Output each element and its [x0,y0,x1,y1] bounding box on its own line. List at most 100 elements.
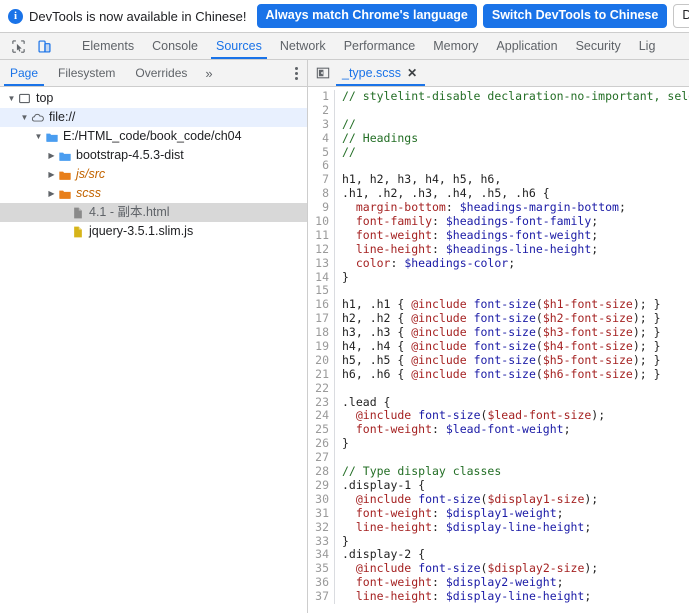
code-line[interactable]: @include font-size($display2-size); [342,561,689,576]
code-line[interactable]: line-height: $display-line-height; [342,589,689,604]
code-line[interactable]: h2, .h2 { @include font-size($h2-font-si… [342,311,689,326]
tab-security[interactable]: Security [567,33,630,59]
code-line[interactable]: font-weight: $display1-weight; [342,505,689,521]
code-token: ( [535,311,543,326]
code-line[interactable]: .h1, .h2, .h3, .h4, .h5, .h6 { [342,186,689,201]
show-navigator-icon[interactable] [308,60,336,86]
chevron-down-icon[interactable]: ▼ [33,131,44,142]
tab-overrides[interactable]: Overrides [125,60,197,86]
line-number: 4 [322,130,329,145]
code-line[interactable]: @include font-size($display1-size); [342,491,689,507]
code-line[interactable]: line-height: $headings-line-height; [342,242,689,257]
code-token: h6, .h6 { [342,366,412,381]
code-line[interactable]: // [342,145,689,160]
code-line[interactable]: // Type display classes [342,464,689,479]
code-token: ; [591,227,599,242]
code-line[interactable]: // stylelint-disable declaration-no-impo… [342,90,689,104]
tab-network[interactable]: Network [271,33,335,59]
code-line[interactable] [342,382,689,396]
code-line[interactable]: font-family: $headings-font-family; [342,214,689,229]
close-icon[interactable]: ✕ [407,67,417,79]
tree-row-scss[interactable]: ▶ scss [0,184,307,203]
code-token: color [342,255,391,270]
tree-row-bootstrap-dist[interactable]: ▶ bootstrap-4.5.3-dist [0,146,307,165]
code-token: line-height [342,519,433,534]
chevron-right-icon[interactable]: ▶ [46,188,57,199]
tree-row-js-src[interactable]: ▶ js/src [0,165,307,184]
code-token: : [445,200,460,215]
code-line[interactable]: line-height: $display-line-height; [342,519,689,535]
code-token: font-size [473,311,536,326]
code-token: ; [584,589,592,604]
navigator-tabbar-spacer [221,60,285,86]
more-tabs-icon[interactable]: » [197,60,220,86]
code-line[interactable]: } [342,270,689,285]
source-code-area[interactable]: // stylelint-disable declaration-no-impo… [335,90,689,604]
line-number: 5 [322,144,329,159]
tree-label: top [36,91,54,106]
code-line[interactable]: margin-bottom: $headings-margin-bottom; [342,200,689,215]
code-token: $h6-font-size [542,366,633,381]
code-line[interactable]: font-weight: $lead-font-weight; [342,422,689,437]
inspect-element-icon[interactable] [8,36,28,56]
file-js-icon [70,224,85,239]
tab-application[interactable]: Application [487,33,566,59]
tab-filesystem[interactable]: Filesystem [48,60,125,86]
chevron-down-icon[interactable]: ▼ [19,112,30,123]
code-line[interactable]: @include font-size($lead-font-size); [342,409,689,423]
code-line[interactable]: .display-1 { [342,478,689,493]
tab-elements[interactable]: Elements [73,33,143,59]
code-line[interactable]: .display-2 { [342,547,689,562]
code-line[interactable]: font-weight: $headings-font-weight; [342,227,689,243]
code-editor-content: 1 2 3 4 5 6 7 8 9 10 11 12 13 14 15 16 17 18 19 20 21 22 23 24 2… [308,87,689,604]
code-line[interactable]: // [342,117,689,132]
code-token: ); [584,491,599,506]
code-line[interactable]: h1, h2, h3, h4, h5, h6, [342,172,689,187]
code-token: : [432,505,446,520]
tree-row-ch04[interactable]: ▼ E:/HTML_code/book_code/ch04 [0,127,307,146]
more-options-icon[interactable] [285,60,307,86]
tab-page[interactable]: Page [0,60,48,86]
line-number: 29 [315,477,329,492]
code-editor[interactable]: 1 2 3 4 5 6 7 8 9 10 11 12 13 14 15 16 17 18 19 20 21 22 23 24 2… [308,87,689,613]
tree-row-4-1-html[interactable]: ▶ 4.1 - 副本.html [0,203,307,222]
code-token: $display-line-height [445,519,585,534]
code-line[interactable]: h1, .h1 { @include font-size($h1-font-si… [342,297,689,312]
always-match-chrome-language-button[interactable]: Always match Chrome's language [256,3,477,29]
code-line[interactable]: .lead { [342,395,689,410]
code-line[interactable]: h5, .h5 { @include font-size($h5-font-si… [342,353,689,368]
dont-show-again-button[interactable]: Don't show again [673,3,689,29]
code-line[interactable]: h6, .h6 { @include font-size($h6-font-si… [342,366,689,382]
code-line[interactable]: h4, .h4 { @include font-size($h4-font-si… [342,339,689,354]
code-line[interactable]: color: $headings-color; [342,255,689,271]
tree-row-jquery-js[interactable]: ▶ jquery-3.5.1.slim.js [0,222,307,241]
code-token: ; [508,255,516,270]
tab-console[interactable]: Console [143,33,207,59]
tree-row-top[interactable]: ▼ top [0,89,307,108]
code-line[interactable]: } [342,534,689,549]
switch-devtools-to-chinese-button[interactable]: Switch DevTools to Chinese [482,3,668,29]
tab-lighthouse[interactable]: Lig [630,33,665,59]
code-line[interactable]: // Headings [342,131,689,146]
chevron-right-icon[interactable]: ▶ [46,150,57,161]
code-line[interactable] [342,451,689,465]
code-line[interactable]: font-weight: $display2-weight; [342,575,689,590]
code-line[interactable] [342,159,689,173]
device-toolbar-icon[interactable] [34,36,54,56]
tab-performance[interactable]: Performance [335,33,425,59]
code-line[interactable] [342,104,689,118]
code-token: $lead-font-size [487,408,592,423]
tab-sources[interactable]: Sources [207,33,271,59]
chevron-down-icon[interactable]: ▼ [6,93,17,104]
code-token: @include [411,339,467,354]
tab-memory[interactable]: Memory [424,33,487,59]
chevron-right-icon[interactable]: ▶ [46,169,57,180]
code-line[interactable] [342,284,689,298]
code-line[interactable]: h3, .h3 { @include font-size($h3-font-si… [342,325,689,340]
tree-row-file-origin[interactable]: ▼ file:// [0,108,307,127]
editor-tab-type-scss[interactable]: _type.scss ✕ [336,60,426,86]
code-token: font-size [418,561,481,576]
code-token: $lead-font-weight [445,422,564,437]
code-line[interactable]: } [342,436,689,451]
